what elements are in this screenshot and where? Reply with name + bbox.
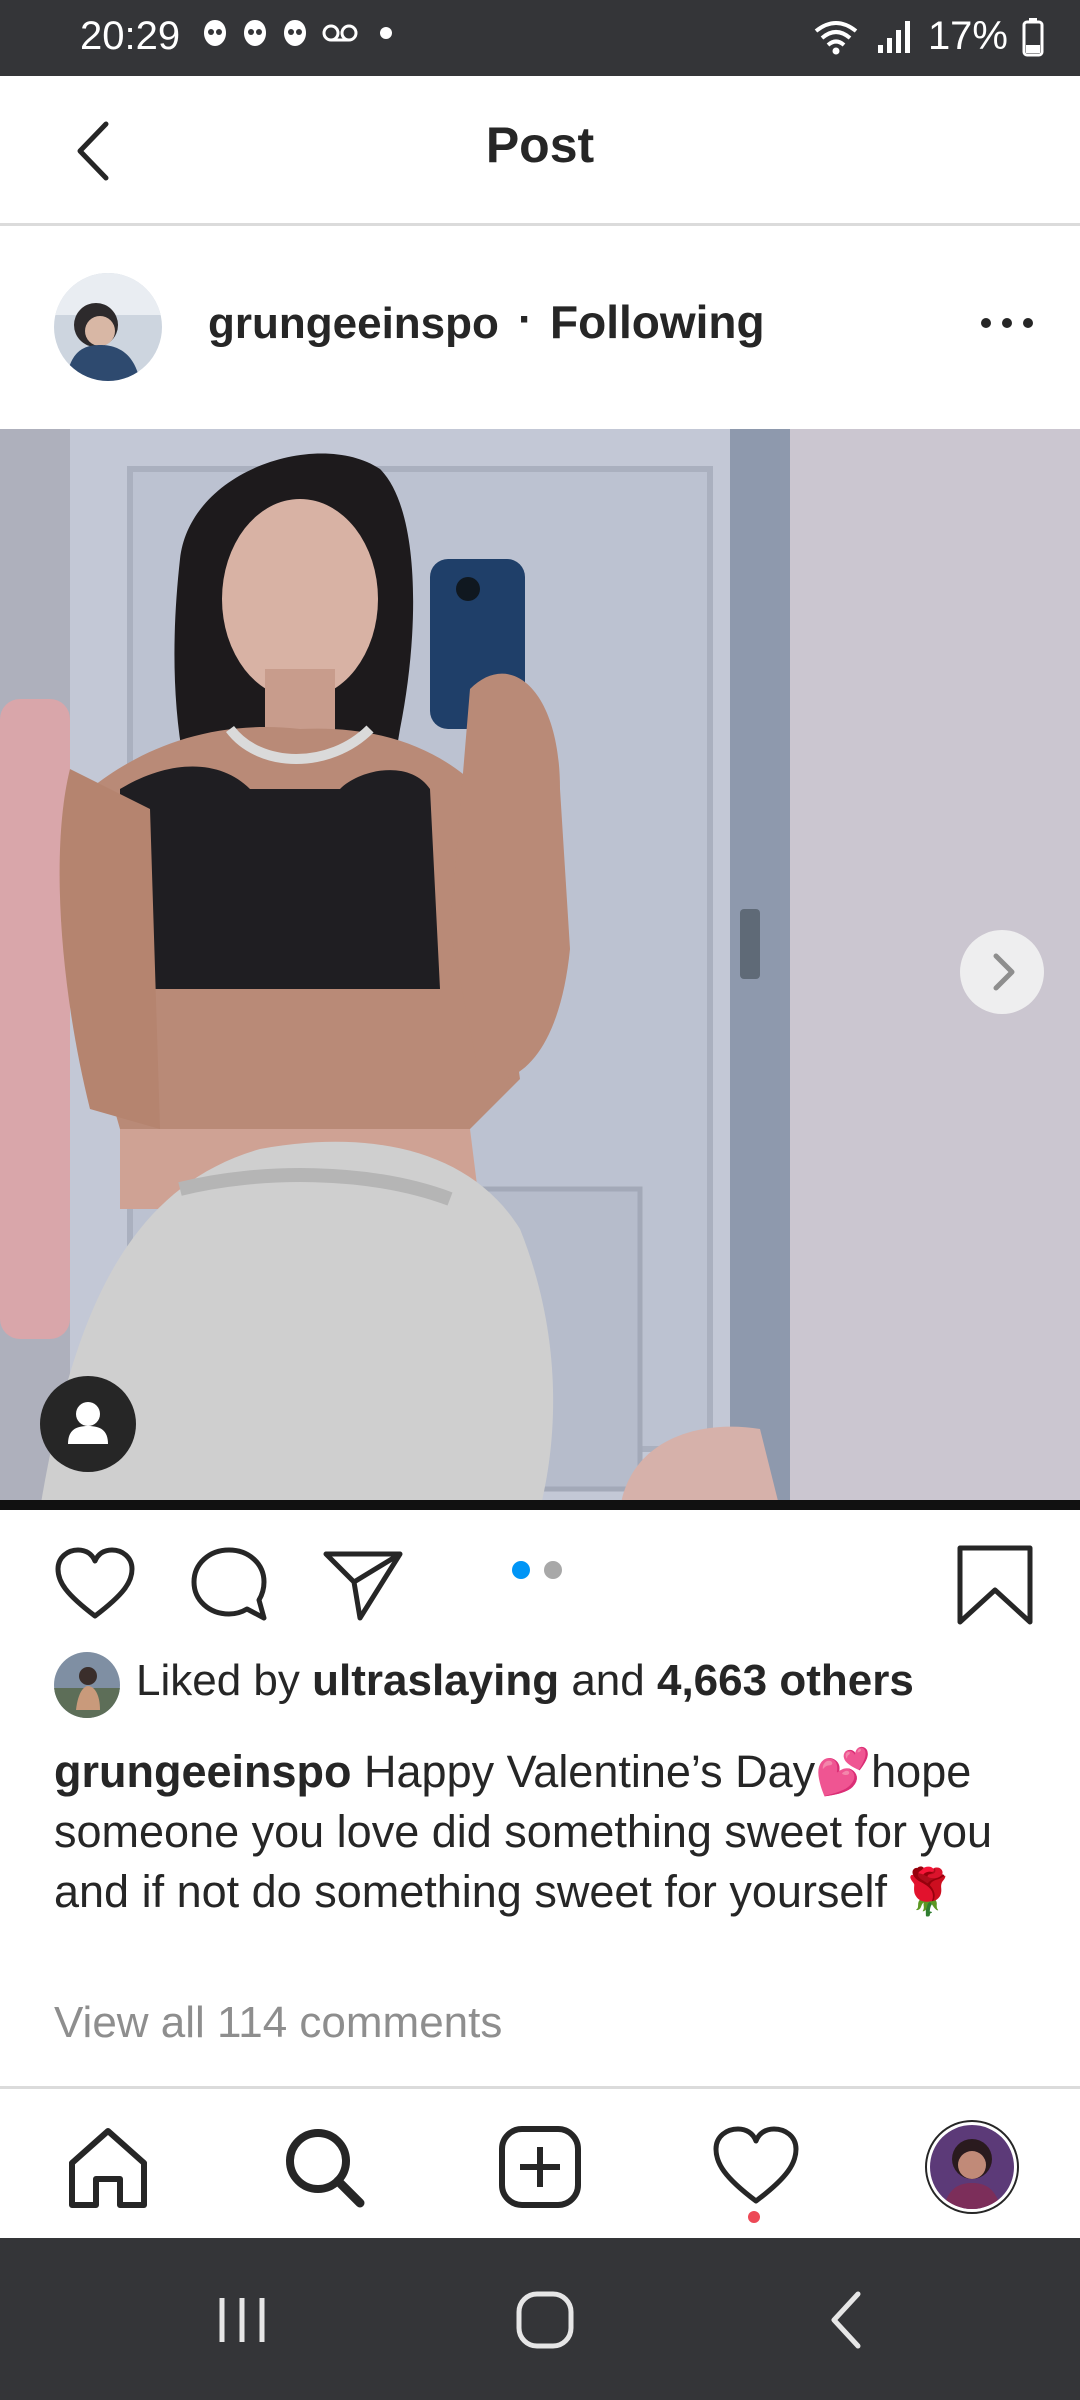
comment-button[interactable]	[186, 1542, 272, 1628]
tagged-people-button[interactable]	[40, 1376, 136, 1472]
bottom-tab-bar	[0, 2086, 1080, 2238]
likes-row[interactable]: Liked by ultraslaying and 4,663 others	[54, 1650, 1054, 1720]
recent-apps-button[interactable]	[202, 2280, 282, 2360]
next-photo-button[interactable]	[960, 930, 1044, 1014]
profile-avatar	[925, 2120, 1019, 2214]
android-nav-bar	[0, 2238, 1080, 2400]
eye-icon	[244, 20, 266, 46]
home-button[interactable]	[505, 2280, 585, 2360]
top-header: Post	[0, 76, 1080, 226]
activity-notification-dot	[748, 2211, 760, 2223]
share-button[interactable]	[320, 1542, 406, 1628]
status-system-icons: 17%	[812, 14, 1044, 59]
bookmark-icon	[957, 1545, 1033, 1625]
likes-summary: Liked by ultraslaying and 4,663 others	[136, 1656, 914, 1706]
home-icon	[69, 2128, 147, 2208]
save-button[interactable]	[952, 1542, 1038, 1628]
back-icon	[831, 2291, 861, 2349]
post-header: grungeeinspo · Following	[0, 229, 1080, 429]
carousel-indicator	[512, 1561, 562, 1579]
post-actions	[0, 1510, 1080, 1650]
search-icon	[286, 2129, 365, 2208]
post-photo[interactable]	[0, 429, 1080, 1509]
eye-icon	[204, 20, 226, 46]
page-title: Post	[485, 117, 595, 173]
comment-icon	[191, 1547, 267, 1621]
activity-icon	[713, 2126, 799, 2204]
separator-dot: ·	[518, 295, 533, 344]
more-options-button[interactable]	[972, 303, 1042, 343]
back-nav-button[interactable]	[808, 2280, 888, 2360]
heart-icon	[55, 1547, 135, 1619]
tab-home[interactable]	[60, 2119, 156, 2215]
send-icon	[323, 1551, 403, 1621]
liker-username[interactable]: ultraslaying	[312, 1656, 559, 1705]
more-icon	[981, 318, 1033, 328]
following-status[interactable]: Following	[550, 295, 765, 349]
battery-percentage: 17%	[927, 14, 1008, 58]
signal-icon	[877, 20, 910, 53]
dot-icon	[380, 27, 392, 39]
tab-activity[interactable]	[708, 2119, 804, 2215]
likes-prefix: Liked by	[136, 1656, 300, 1705]
tab-profile[interactable]	[924, 2119, 1020, 2215]
post-caption: grungeeinspo Happy Valentine’s Day💕hope …	[54, 1742, 1014, 1922]
voicemail-icon	[322, 24, 358, 42]
author-username[interactable]: grungeeinspo	[208, 299, 499, 349]
tab-search[interactable]	[276, 2119, 372, 2215]
recent-apps-icon	[219, 2298, 265, 2342]
status-time: 20:29	[80, 14, 181, 58]
tab-create[interactable]	[492, 2119, 588, 2215]
status-notifications	[202, 18, 400, 48]
chevron-right-icon	[993, 953, 1015, 991]
likes-joiner: and	[571, 1656, 645, 1705]
add-post-icon	[499, 2126, 581, 2208]
carousel-dot-active	[512, 1561, 530, 1579]
eye-icon	[284, 20, 306, 46]
carousel-dot	[544, 1561, 562, 1579]
author-avatar[interactable]	[54, 273, 162, 381]
home-circle-icon	[516, 2291, 574, 2349]
comment-preview-clipped	[54, 2074, 954, 2086]
wifi-icon	[814, 20, 858, 54]
caption-author[interactable]: grungeeinspo	[54, 1746, 352, 1797]
likes-count[interactable]: 4,663 others	[657, 1656, 914, 1705]
battery-icon	[1022, 17, 1044, 56]
person-icon	[68, 1402, 108, 1444]
like-button[interactable]	[52, 1542, 138, 1628]
view-all-comments-link[interactable]: View all 114 comments	[54, 1998, 502, 2048]
photo-divider	[0, 1500, 1080, 1510]
status-bar: 20:29 17%	[0, 0, 1080, 76]
liker-avatar	[54, 1652, 120, 1718]
